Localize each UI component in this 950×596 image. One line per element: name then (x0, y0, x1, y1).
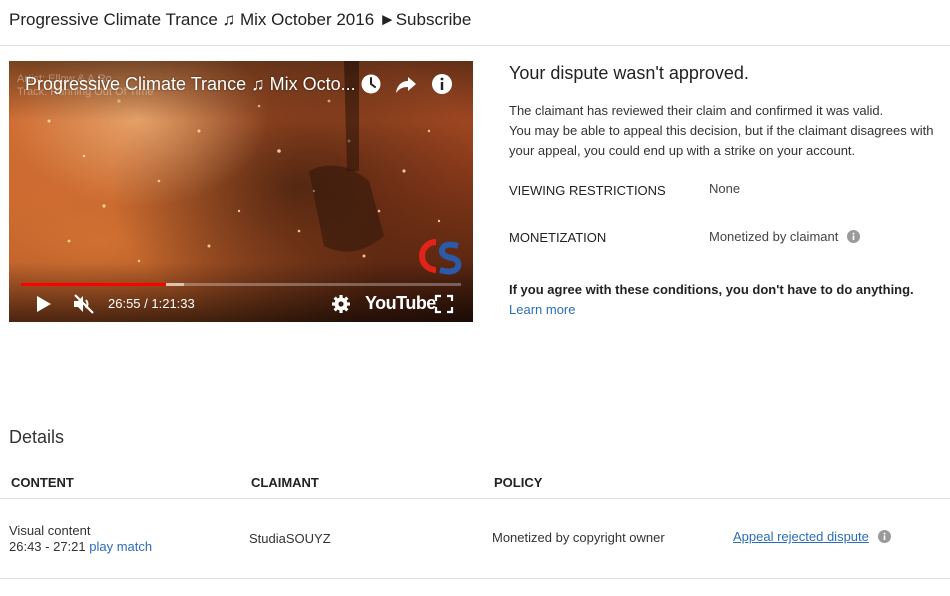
appeal-cell: Appeal rejected dispute (733, 529, 891, 544)
play-match-link[interactable]: play match (89, 539, 152, 554)
viewing-restrictions-label: VIEWING RESTRICTIONS (509, 183, 666, 198)
time-display: 26:55 / 1:21:33 (108, 296, 195, 311)
share-icon[interactable] (395, 73, 417, 95)
policy-value: Monetized by copyright owner (492, 530, 665, 545)
dispute-body: The claimant has reviewed their claim an… (509, 101, 949, 161)
column-header-policy: POLICY (494, 475, 543, 490)
details-header-divider (0, 498, 950, 499)
monetization-label: MONETIZATION (509, 230, 607, 245)
muted-volume-icon[interactable] (72, 293, 96, 315)
dispute-title: Your dispute wasn't approved. (509, 63, 749, 83)
content-type: Visual content (9, 523, 91, 538)
monetization-info-icon[interactable] (846, 230, 860, 243)
learn-more-link[interactable]: Learn more (509, 302, 575, 317)
dispute-body-line-2: You may be able to appeal this decision,… (509, 123, 934, 158)
settings-gear-icon[interactable] (331, 293, 351, 315)
appeal-info-icon[interactable] (877, 530, 891, 543)
claimant-name: StudiaSOUYZ (249, 531, 331, 546)
content-time-range: 26:43 - 27:21 (9, 539, 86, 554)
page-header: Progressive Climate Trance ♫ Mix October… (0, 0, 950, 46)
monetization-value-wrap: Monetized by claimant (709, 229, 860, 244)
video-overlay-title[interactable]: Progressive Climate Trance ♫ Mix Octo... (25, 74, 356, 95)
content-time-cell: 26:43 - 27:21 play match (9, 539, 152, 554)
dispute-body-line-1: The claimant has reviewed their claim an… (509, 103, 884, 118)
viewing-restrictions-value: None (709, 181, 741, 196)
details-row-divider (0, 578, 950, 579)
info-icon[interactable] (431, 73, 453, 95)
play-icon[interactable] (34, 293, 54, 315)
column-header-claimant: CLAIMANT (251, 475, 319, 490)
youtube-logo[interactable]: YouTube (365, 293, 436, 314)
video-player[interactable]: Artist: Ellow & A.Ro Track: Running Out … (9, 61, 473, 322)
appeal-rejected-dispute-link[interactable]: Appeal rejected dispute (733, 529, 869, 544)
watch-later-icon[interactable] (360, 73, 382, 95)
progress-buffered (166, 283, 184, 286)
details-heading: Details (9, 427, 65, 447)
cs-channel-logo (419, 239, 462, 275)
fullscreen-icon[interactable] (434, 293, 454, 315)
progress-played[interactable] (21, 283, 166, 286)
agree-conditions-text: If you agree with these conditions, you … (509, 282, 914, 297)
monetization-value: Monetized by claimant (709, 229, 839, 244)
column-header-content: CONTENT (11, 475, 74, 490)
page-title: Progressive Climate Trance ♫ Mix October… (9, 10, 472, 29)
